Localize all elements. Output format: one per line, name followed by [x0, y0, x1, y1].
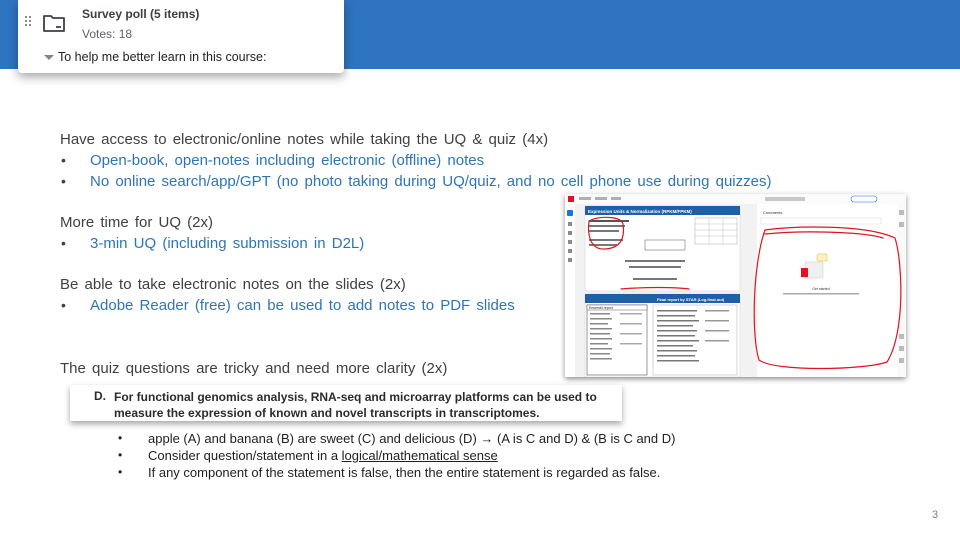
- item1-heading: Have access to electronic/online notes w…: [60, 131, 549, 148]
- item2-bullet-1: 3-min UQ (including submission in D2L): [90, 235, 365, 252]
- acrobat-logo-icon: [568, 196, 574, 202]
- comments-panel-title: Comments: [763, 210, 782, 215]
- poll-question-toggle[interactable]: To help me better learn in this course:: [44, 50, 266, 64]
- logical-sense-link[interactable]: logical/mathematical sense: [342, 448, 498, 463]
- bullet-marker: •: [61, 173, 66, 189]
- pdf-report-title: Final report by STAR (Log.final.out): [657, 297, 725, 302]
- sub-bullet-1-result: (A is C and D) & (B is C and D): [497, 431, 676, 446]
- adobe-reader-screenshot: Expression Units & Normalization (RPKM/F…: [565, 194, 906, 377]
- bullet-marker: •: [61, 297, 66, 313]
- example-question-box: D. For functional genomics analysis, RNA…: [70, 385, 622, 421]
- poll-question: To help me better learn in this course:: [58, 50, 267, 64]
- select-tool-icon: [567, 210, 573, 216]
- slide-page-number: 3: [932, 509, 939, 521]
- item2-heading: More time for UQ (2x): [60, 214, 214, 231]
- item1-bullet-1: Open-book, open-notes including electron…: [90, 152, 485, 169]
- adobe-reader-window: Expression Units & Normalization (RPKM/F…: [565, 194, 906, 377]
- sub-bullet-marker: •: [118, 448, 123, 462]
- bullet-marker: •: [61, 152, 66, 168]
- example-option-letter: D.: [94, 389, 106, 403]
- sub-bullet-3: If any component of the statement is fal…: [148, 465, 661, 480]
- item4-heading: The quiz questions are tricky and need m…: [60, 360, 448, 377]
- arrow-icon: →: [480, 431, 494, 446]
- sub-bullet-1: apple (A) and banana (B) are sweet (C) a…: [148, 431, 675, 446]
- pdf-slide-title: Expression Units & Normalization (RPKM/F…: [588, 209, 692, 214]
- item1-bullet-2: No online search/app/GPT (no photo takin…: [90, 173, 772, 190]
- sub-bullet-marker: •: [118, 431, 123, 445]
- poll-title: Survey poll (5 items): [82, 7, 200, 21]
- survey-poll-card[interactable]: Survey poll (5 items) Votes: 18 To help …: [18, 0, 344, 73]
- pdf-table-title: Ensembl report: [589, 306, 613, 310]
- sub-bullet-1-premise: apple (A) and banana (B) are sweet (C) a…: [148, 431, 477, 446]
- sub-bullet-2: Consider question/statement in a logical…: [148, 448, 498, 463]
- caret-down-icon: [44, 54, 54, 60]
- item3-bullet-1: Adobe Reader (free) can be used to add n…: [90, 297, 515, 314]
- folder-icon: [43, 15, 65, 32]
- drag-handle-icon[interactable]: [25, 16, 33, 28]
- bullet-marker: •: [61, 235, 66, 251]
- comments-empty-title: Get started: [812, 287, 829, 291]
- sub-bullet-marker: •: [118, 465, 123, 479]
- item3-heading: Be able to take electronic notes on the …: [60, 276, 406, 293]
- poll-vote-count: Votes: 18: [82, 27, 133, 41]
- example-statement: For functional genomics analysis, RNA-se…: [114, 390, 597, 420]
- sub-bullet-2-text: Consider question/statement in a: [148, 448, 342, 463]
